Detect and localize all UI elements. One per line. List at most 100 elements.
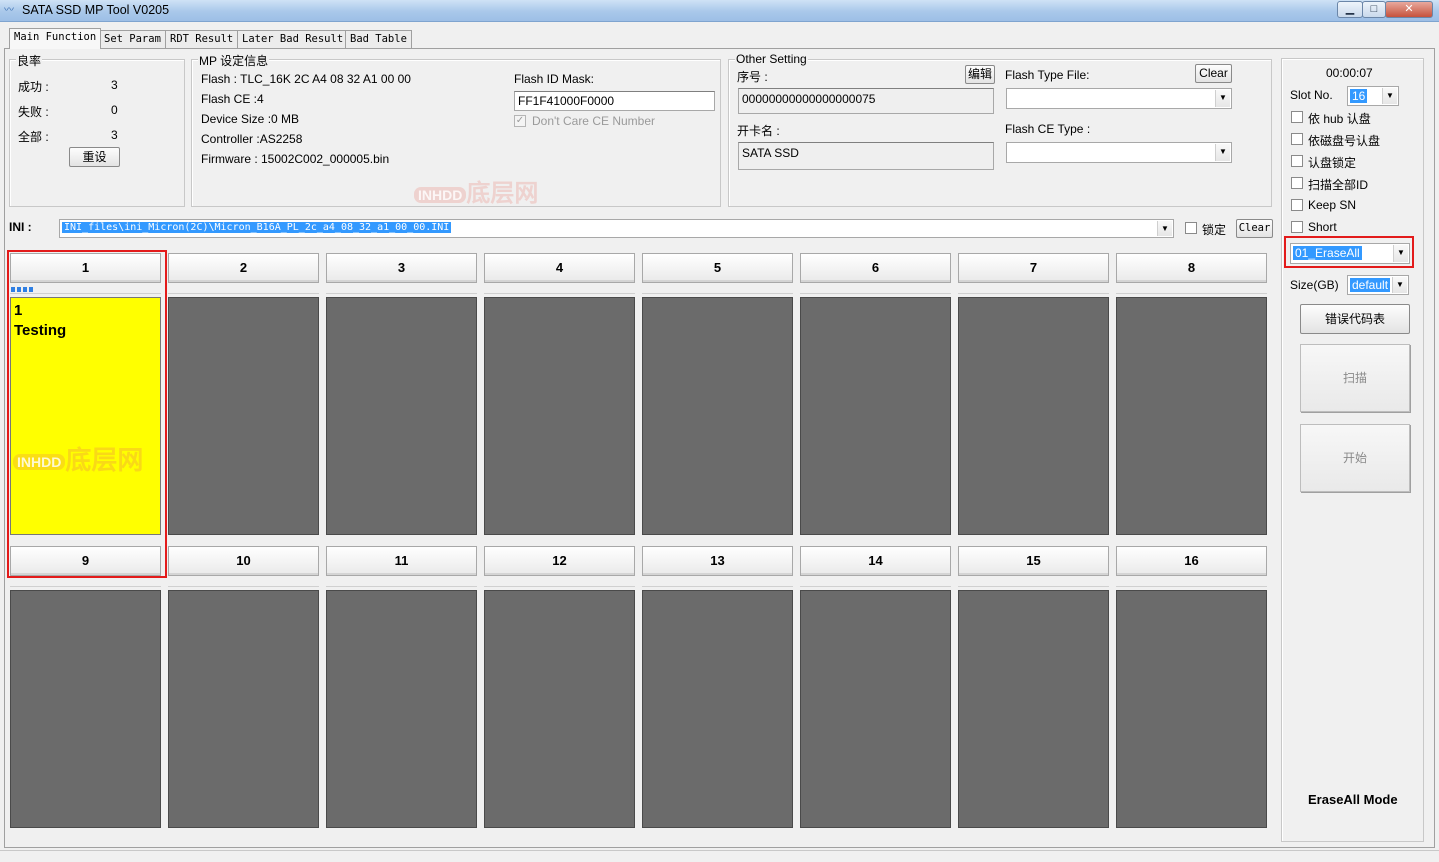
chevron-down-icon: ▼: [1157, 221, 1172, 236]
slot-16-panel[interactable]: [1116, 590, 1267, 828]
option-checkbox-6[interactable]: [1291, 221, 1303, 233]
slot-6-progress: [800, 286, 951, 294]
flash-id-mask-input[interactable]: FF1F41000F0000: [514, 91, 715, 111]
yield-group: 良率 成功 : 3 失败 : 0 全部 : 3 重设: [9, 52, 185, 207]
scan-button[interactable]: 扫描: [1300, 344, 1410, 412]
slot-no-value: 16: [1350, 89, 1368, 103]
option-checkbox-3[interactable]: [1291, 155, 1303, 167]
slot-8-header[interactable]: 8: [1116, 253, 1267, 283]
slot-14-panel[interactable]: [800, 590, 951, 828]
error-code-table-button[interactable]: 错误代码表: [1300, 304, 1410, 334]
slot-10-progress: [168, 579, 319, 587]
reset-button[interactable]: 重设: [69, 147, 120, 167]
slot-11-header[interactable]: 11: [326, 546, 477, 576]
slot-8-panel[interactable]: [1116, 297, 1267, 535]
flash-type-file-select[interactable]: ▼: [1006, 88, 1232, 109]
option-label-6: Short: [1308, 220, 1337, 234]
slot-no-label: Slot No.: [1290, 88, 1333, 102]
ini-clear-button[interactable]: Clear: [1236, 219, 1273, 238]
size-value: default: [1350, 278, 1391, 292]
slot-8-progress: [1116, 286, 1267, 294]
slot-4-panel[interactable]: [484, 297, 635, 535]
slot-10-header[interactable]: 10: [168, 546, 319, 576]
slot-2-panel[interactable]: [168, 297, 319, 535]
slot-13-panel[interactable]: [642, 590, 793, 828]
start-button[interactable]: 开始: [1300, 424, 1410, 492]
chevron-down-icon: ▼: [1215, 90, 1230, 107]
option-label-4: 扫描全部ID: [1308, 178, 1369, 192]
slot-15-header[interactable]: 15: [958, 546, 1109, 576]
slot-no-select[interactable]: 16 ▼: [1347, 86, 1399, 106]
lock-label: 锁定: [1202, 223, 1227, 237]
success-value: 3: [111, 78, 118, 92]
slot-5-header[interactable]: 5: [642, 253, 793, 283]
slot-7-header[interactable]: 7: [958, 253, 1109, 283]
slot-5-panel[interactable]: [642, 297, 793, 535]
ini-file-value: INI_files\ini_Micron(2C)\Micron_B16A_PL_…: [62, 222, 452, 233]
size-label: Size(GB): [1290, 278, 1339, 292]
slot-14-header[interactable]: 14: [800, 546, 951, 576]
slot-7-progress: [958, 286, 1109, 294]
minimize-button[interactable]: ▁: [1337, 1, 1363, 18]
flash-ce-info: Flash CE :4: [201, 92, 264, 106]
serial-field[interactable]: 00000000000000000075: [738, 88, 994, 114]
slot-10-panel[interactable]: [168, 590, 319, 828]
slot-14-progress: [800, 579, 951, 587]
app-icon: 〰: [4, 5, 14, 16]
size-select[interactable]: default ▼: [1347, 275, 1409, 295]
option-checkbox-1[interactable]: [1291, 111, 1303, 123]
slot-12-panel[interactable]: [484, 590, 635, 828]
close-button[interactable]: ✕: [1385, 1, 1433, 18]
flash-ce-type-select[interactable]: ▼: [1006, 142, 1232, 163]
option-label-3: 认盘锁定: [1308, 156, 1357, 170]
slot-3-header[interactable]: 3: [326, 253, 477, 283]
window-title: SATA SSD MP Tool V0205: [22, 3, 170, 17]
watermark-logo: INHDD 底层网: [414, 173, 538, 208]
title-bar[interactable]: 〰 SATA SSD MP Tool V0205 ▁ □ ✕: [0, 0, 1439, 22]
tab-later-bad-result[interactable]: Later Bad Result: [237, 30, 349, 48]
slot-15-panel[interactable]: [958, 590, 1109, 828]
mp-info-group-title: MP 设定信息: [198, 52, 270, 69]
slot-11-panel[interactable]: [326, 590, 477, 828]
slot-6-header[interactable]: 6: [800, 253, 951, 283]
slot-13-header[interactable]: 13: [642, 546, 793, 576]
control-panel: 00:00:07 Slot No. 16 ▼ 依 hub 认盘 依磁盘号认盘 认盘锁…: [1281, 58, 1424, 842]
lock-checkbox[interactable]: [1185, 222, 1197, 234]
slot-12-header[interactable]: 12: [484, 546, 635, 576]
chevron-down-icon: ▼: [1392, 277, 1407, 293]
tab-bad-table[interactable]: Bad Table: [345, 30, 412, 48]
ini-file-select[interactable]: INI_files\ini_Micron(2C)\Micron_B16A_PL_…: [59, 219, 1174, 238]
option-checkbox-2[interactable]: [1291, 133, 1303, 145]
success-label: 成功 :: [18, 80, 49, 94]
status-bar: [0, 850, 1439, 862]
edit-serial-button[interactable]: 编辑: [965, 65, 995, 84]
slot-7-panel[interactable]: [958, 297, 1109, 535]
card-name-label: 开卡名 :: [737, 124, 780, 138]
slot-9-panel[interactable]: [10, 590, 161, 828]
slot-2-header[interactable]: 2: [168, 253, 319, 283]
slot-6-panel[interactable]: [800, 297, 951, 535]
option-checkbox-4[interactable]: [1291, 177, 1303, 189]
option-label-2: 依磁盘号认盘: [1308, 134, 1381, 148]
card-name-field[interactable]: SATA SSD: [738, 142, 994, 170]
slot-11-progress: [326, 579, 477, 587]
slot-3-panel[interactable]: [326, 297, 477, 535]
controller-info: Controller :AS2258: [201, 132, 303, 146]
slot-4-header[interactable]: 4: [484, 253, 635, 283]
maximize-button[interactable]: □: [1362, 1, 1386, 18]
fail-label: 失败 :: [18, 105, 49, 119]
tab-main-function[interactable]: Main Function: [9, 28, 102, 49]
slot-16-header[interactable]: 16: [1116, 546, 1267, 576]
device-size-info: Device Size :0 MB: [201, 112, 300, 126]
dont-care-ce-checkbox[interactable]: ✓: [514, 115, 526, 127]
option-checkbox-5[interactable]: [1291, 199, 1303, 211]
flash-type-file-label: Flash Type File:: [1005, 68, 1090, 82]
slot-1-highlight: [7, 250, 167, 578]
tab-rdt-result[interactable]: RDT Result: [165, 30, 239, 48]
fail-value: 0: [111, 103, 118, 117]
flash-type-clear-button[interactable]: Clear: [1195, 64, 1232, 83]
other-setting-title: Other Setting: [735, 52, 808, 66]
mode-select-highlight: [1284, 236, 1414, 268]
tab-set-param[interactable]: Set Param: [99, 30, 166, 48]
serial-label: 序号 :: [737, 70, 768, 84]
